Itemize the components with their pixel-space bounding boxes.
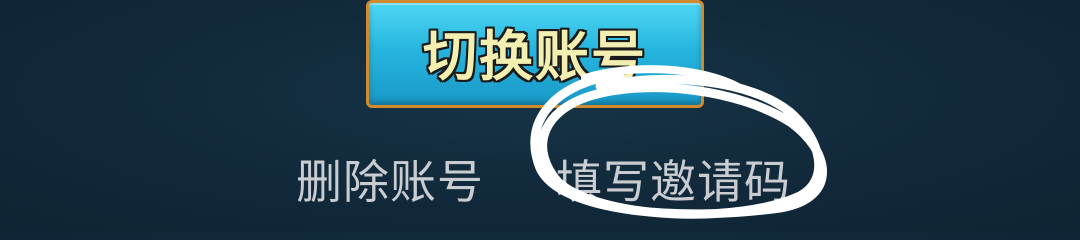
delete-account-link[interactable]: 删除账号: [296, 146, 484, 212]
enter-invite-code-link[interactable]: 填写邀请码: [556, 146, 791, 212]
switch-account-button[interactable]: 切换账号: [366, 0, 704, 108]
switch-account-button-label: 切换账号: [423, 24, 647, 88]
